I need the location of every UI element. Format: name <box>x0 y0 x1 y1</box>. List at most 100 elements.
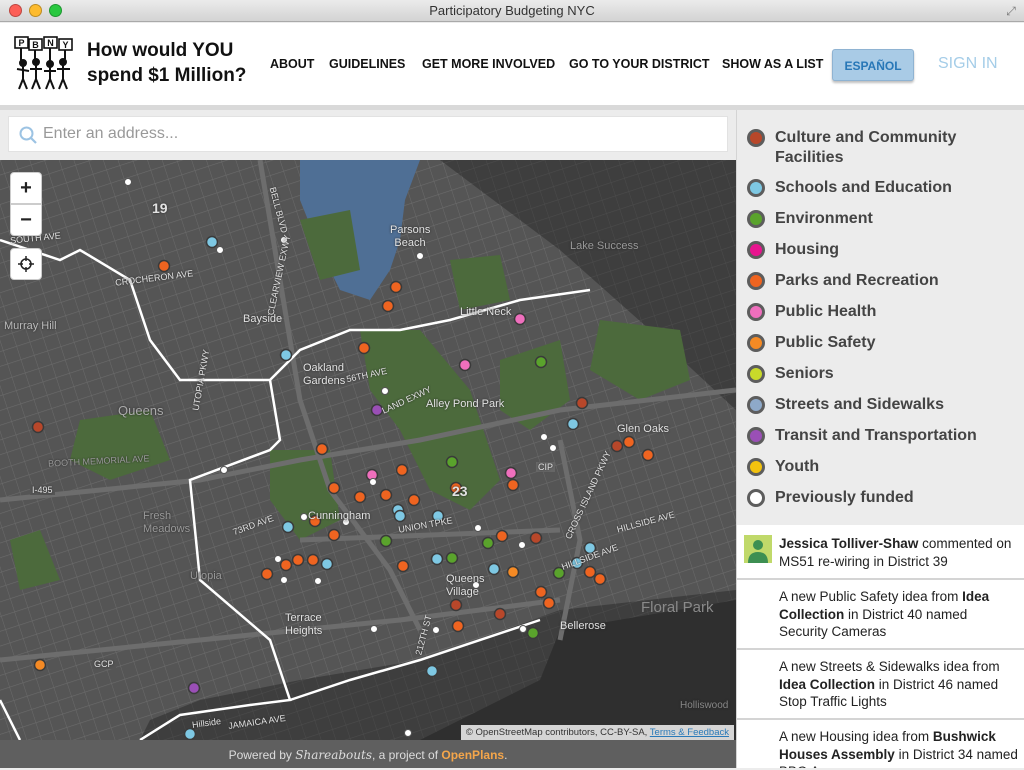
openplans-link[interactable]: OpenPlans <box>441 748 504 762</box>
map-marker[interactable] <box>566 417 580 431</box>
map-marker[interactable] <box>157 259 171 273</box>
map-marker[interactable] <box>396 559 410 573</box>
activity-item[interactable]: A new Housing idea from Bushwick Houses … <box>737 720 1024 768</box>
map-marker[interactable] <box>513 312 527 326</box>
map-marker[interactable] <box>281 520 295 534</box>
map-marker[interactable] <box>357 341 371 355</box>
logo-letter: B <box>32 40 39 50</box>
map-marker[interactable] <box>306 553 320 567</box>
map-marker[interactable] <box>641 448 655 462</box>
map-marker[interactable] <box>404 729 412 737</box>
map-marker[interactable] <box>430 552 444 566</box>
activity-item[interactable]: A new Public Safety idea from Idea Colle… <box>737 580 1024 650</box>
nav-about[interactable]: ABOUT <box>270 57 314 71</box>
map-marker[interactable] <box>183 727 197 740</box>
map-marker[interactable] <box>519 625 527 633</box>
zoom-in-button[interactable]: + <box>10 172 42 204</box>
map-marker[interactable] <box>445 455 459 469</box>
map-marker[interactable] <box>395 463 409 477</box>
activity-item[interactable]: Jessica Tolliver-Shaw commented on MS51 … <box>737 525 1024 580</box>
map-marker[interactable] <box>526 626 540 640</box>
locate-me-button[interactable] <box>10 248 42 280</box>
map-marker[interactable] <box>124 178 132 186</box>
map-marker[interactable] <box>291 553 305 567</box>
map-marker[interactable] <box>220 466 228 474</box>
map-marker[interactable] <box>381 299 395 313</box>
map-marker[interactable] <box>575 396 589 410</box>
map-marker[interactable] <box>416 252 424 260</box>
sign-in-link[interactable]: SIGN IN <box>938 55 998 73</box>
pbnyc-logo[interactable]: P B N Y <box>14 35 74 91</box>
map-marker[interactable] <box>369 478 377 486</box>
map-marker[interactable] <box>529 531 543 545</box>
map-marker[interactable] <box>540 433 548 441</box>
map-marker[interactable] <box>381 387 389 395</box>
map-marker[interactable] <box>280 576 288 584</box>
address-search-input[interactable] <box>43 117 713 151</box>
map-marker[interactable] <box>449 598 463 612</box>
map-marker[interactable] <box>432 626 440 634</box>
map-marker[interactable] <box>610 439 624 453</box>
map-marker[interactable] <box>327 481 341 495</box>
map-marker[interactable] <box>327 528 341 542</box>
zoom-out-button[interactable]: − <box>10 204 42 236</box>
commenter-name[interactable]: Jessica Tolliver-Shaw <box>779 536 918 551</box>
map-marker[interactable] <box>481 536 495 550</box>
map-marker[interactable] <box>300 513 308 521</box>
map-marker[interactable] <box>458 358 472 372</box>
map-marker[interactable] <box>279 558 293 572</box>
map-marker[interactable] <box>315 442 329 456</box>
map-marker[interactable] <box>425 664 439 678</box>
map-marker[interactable] <box>370 625 378 633</box>
shareabouts-link[interactable]: Shareabouts <box>295 748 372 762</box>
map-marker[interactable] <box>187 681 201 695</box>
map-marker[interactable] <box>205 235 219 249</box>
language-toggle-button[interactable]: ESPAÑOL <box>832 49 914 81</box>
map-marker[interactable] <box>407 493 421 507</box>
map-marker[interactable] <box>504 466 518 480</box>
map-marker[interactable] <box>583 565 597 579</box>
map-marker[interactable] <box>274 555 282 563</box>
map-marker[interactable] <box>216 246 224 254</box>
map-marker[interactable] <box>542 596 556 610</box>
map-marker[interactable] <box>534 355 548 369</box>
map-marker[interactable] <box>493 607 507 621</box>
map-marker[interactable] <box>389 280 403 294</box>
map-view[interactable]: 19 23 Bayside Parsons Beach Lake Success… <box>0 160 736 740</box>
nav-go-to-your-district[interactable]: GO TO YOUR DISTRICT <box>569 57 710 71</box>
map-marker[interactable] <box>506 478 520 492</box>
map-marker[interactable] <box>314 577 322 585</box>
site-header: P B N Y How would YOU spend $1 Million? … <box>0 23 1024 105</box>
nav-show-as-list[interactable]: SHOW AS A LIST <box>722 57 823 71</box>
map-marker[interactable] <box>393 509 407 523</box>
map-marker[interactable] <box>445 551 459 565</box>
map-marker[interactable] <box>506 565 520 579</box>
nav-guidelines[interactable]: GUIDELINES <box>329 57 405 71</box>
map-marker[interactable] <box>31 420 45 434</box>
close-window-button[interactable] <box>9 4 22 17</box>
fullscreen-icon[interactable]: ⤢ <box>1004 4 1018 18</box>
map-marker[interactable] <box>534 585 548 599</box>
activity-source[interactable]: Idea Collection <box>779 677 875 692</box>
legend-label: Seniors <box>775 365 834 382</box>
activity-item[interactable]: A new Streets & Sidewalks idea from Idea… <box>737 650 1024 720</box>
map-marker[interactable] <box>260 567 274 581</box>
map-marker[interactable] <box>279 348 293 362</box>
map-marker[interactable] <box>593 572 607 586</box>
map-marker[interactable] <box>33 658 47 672</box>
map-place-label: Bellerose <box>560 620 606 632</box>
map-marker[interactable] <box>451 619 465 633</box>
minimize-window-button[interactable] <box>29 4 42 17</box>
map-marker[interactable] <box>353 490 367 504</box>
maximize-window-button[interactable] <box>49 4 62 17</box>
map-marker[interactable] <box>379 488 393 502</box>
terms-feedback-link[interactable]: Terms & Feedback <box>650 727 729 738</box>
map-marker[interactable] <box>474 524 482 532</box>
map-marker[interactable] <box>622 435 636 449</box>
map-marker[interactable] <box>549 444 557 452</box>
map-marker[interactable] <box>320 557 334 571</box>
map-marker[interactable] <box>495 529 509 543</box>
nav-get-more-involved[interactable]: GET MORE INVOLVED <box>422 57 555 71</box>
map-marker[interactable] <box>379 534 393 548</box>
map-marker[interactable] <box>518 541 526 549</box>
